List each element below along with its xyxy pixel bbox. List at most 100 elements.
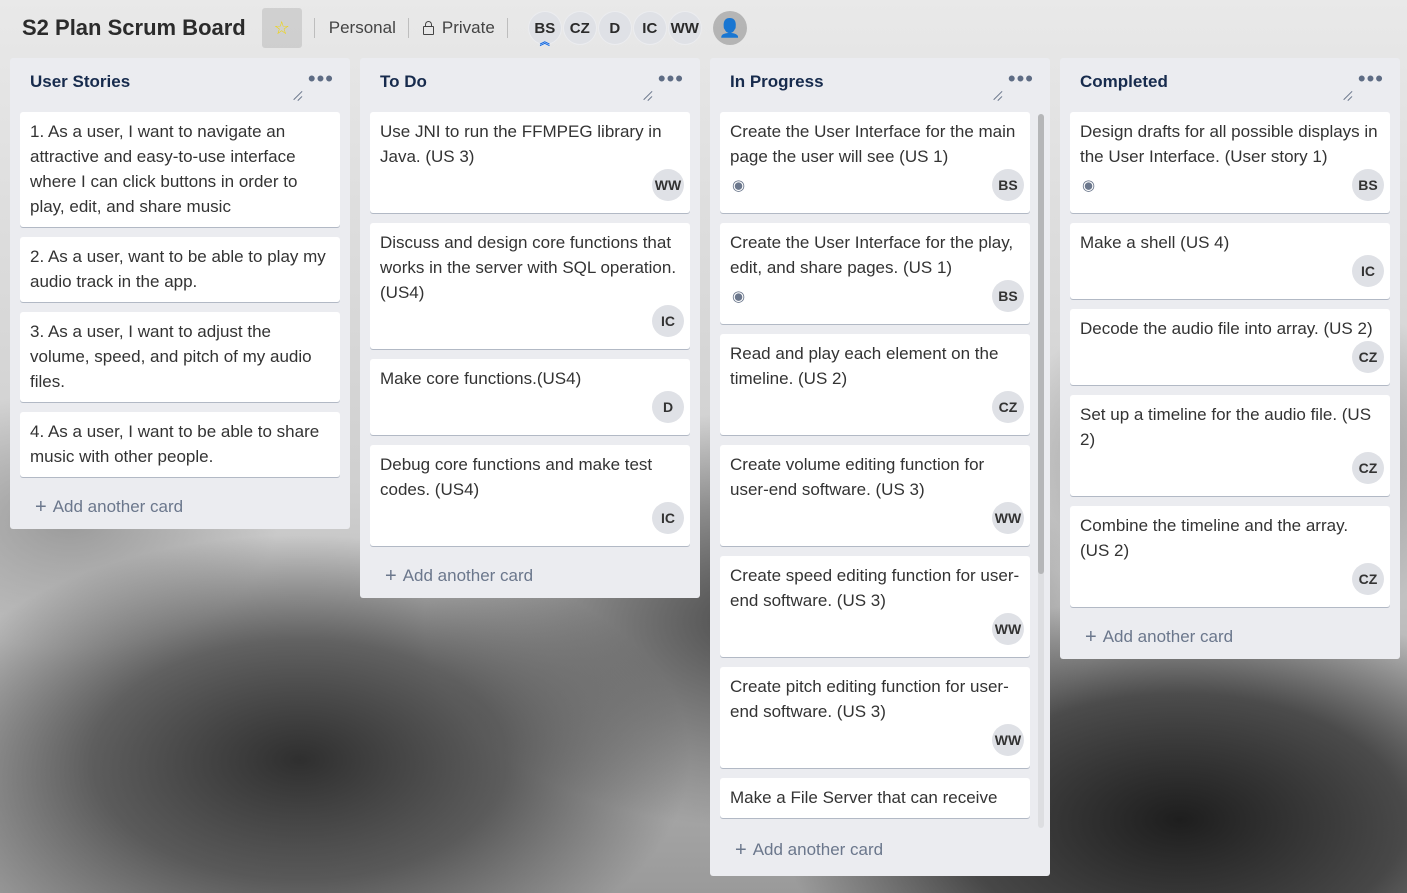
card[interactable]: Read and play each element on the timeli…: [720, 334, 1030, 435]
card[interactable]: Create the User Interface for the play, …: [720, 223, 1030, 324]
card[interactable]: Use JNI to run the FFMPEG library in Jav…: [370, 112, 690, 213]
card[interactable]: Design drafts for all possible displays …: [1070, 112, 1390, 213]
plus-icon: +: [385, 565, 397, 587]
header-divider: [506, 18, 508, 38]
card-member-avatar[interactable]: BS: [992, 169, 1024, 201]
card[interactable]: Make a shell (US 4) IC: [1070, 223, 1390, 299]
card-text: 3. As a user, I want to adjust the volum…: [30, 322, 312, 391]
card-member-avatar[interactable]: CZ: [992, 391, 1024, 423]
card-member-avatar[interactable]: WW: [992, 613, 1024, 645]
card[interactable]: Create speed editing function for user-e…: [720, 556, 1030, 657]
add-card-button[interactable]: + Add another card: [1060, 617, 1400, 659]
card-text: Combine the timeline and the array. (US …: [1080, 516, 1349, 560]
card[interactable]: Discuss and design core functions that w…: [370, 223, 690, 349]
card[interactable]: Create pitch editing function for user-e…: [720, 667, 1030, 768]
card-member-avatar[interactable]: IC: [1352, 255, 1384, 287]
card[interactable]: Create volume editing function for user-…: [720, 445, 1030, 546]
card-text: Decode the audio file into array. (US 2): [1080, 319, 1373, 338]
visibility-button[interactable]: Private: [422, 18, 495, 38]
member-avatar-d[interactable]: D: [597, 11, 632, 45]
list-menu-icon[interactable]: •••: [1008, 66, 1034, 92]
board-header: S2 Plan Scrum Board ☆ Personal Private B…: [0, 0, 1407, 56]
card[interactable]: Set up a timeline for the audio file. (U…: [1070, 395, 1390, 496]
lock-icon: [422, 20, 434, 35]
card-member-avatar[interactable]: CZ: [1352, 341, 1384, 373]
list-title[interactable]: To Do: [380, 72, 427, 92]
list-to-do: To Do ••• Use JNI to run the FFMPEG libr…: [360, 58, 700, 598]
card-list: 1. As a user, I want to navigate an attr…: [10, 106, 350, 477]
list-title[interactable]: User Stories: [30, 72, 130, 92]
member-avatar-ww[interactable]: WW: [667, 11, 702, 45]
card[interactable]: Create the User Interface for the main p…: [720, 112, 1030, 213]
list-title[interactable]: Completed: [1080, 72, 1168, 92]
watch-eye-icon: ◉: [732, 288, 746, 305]
card[interactable]: 2. As a user, want to be able to play my…: [20, 237, 340, 302]
list-menu-icon[interactable]: •••: [1358, 66, 1384, 92]
resize-icon: [1342, 90, 1352, 100]
list-title[interactable]: In Progress: [730, 72, 824, 92]
card-member-avatar[interactable]: CZ: [1352, 563, 1384, 595]
member-avatar-ic[interactable]: IC: [632, 11, 667, 45]
card-text: Create the User Interface for the play, …: [730, 233, 1014, 277]
card-text: Make a File Server that can receive: [730, 788, 998, 807]
card-member-avatar[interactable]: IC: [652, 502, 684, 534]
add-user-icon: 👤: [718, 17, 741, 38]
card-member-avatar[interactable]: BS: [992, 280, 1024, 312]
list-in-progress: In Progress ••• Create the User Interfac…: [710, 58, 1050, 876]
list-scrollbar-thumb[interactable]: [1038, 114, 1044, 574]
star-button[interactable]: ☆: [261, 8, 302, 48]
watch-eye-icon: ◉: [1082, 177, 1096, 194]
add-card-button[interactable]: + Add another card: [10, 487, 350, 529]
add-card-button[interactable]: + Add another card: [710, 830, 1050, 872]
resize-icon: [642, 90, 652, 100]
board-title[interactable]: S2 Plan Scrum Board: [22, 15, 246, 41]
card-member-avatar[interactable]: BS: [1352, 169, 1384, 201]
card[interactable]: Make a File Server that can receive: [720, 778, 1030, 818]
card-text: Discuss and design core functions that w…: [380, 233, 677, 302]
list-menu-icon[interactable]: •••: [658, 66, 684, 92]
card[interactable]: 3. As a user, I want to adjust the volum…: [20, 312, 340, 402]
watch-eye-icon: ◉: [732, 177, 746, 194]
add-card-button[interactable]: + Add another card: [360, 556, 700, 598]
list-header: In Progress •••: [710, 58, 1050, 106]
card-text: 2. As a user, want to be able to play my…: [30, 247, 326, 291]
visibility-label: Private: [441, 18, 495, 37]
card[interactable]: Combine the timeline and the array. (US …: [1070, 506, 1390, 607]
plus-icon: +: [735, 839, 747, 861]
member-avatar-cz[interactable]: CZ: [562, 11, 597, 45]
card-text: Create pitch editing function for user-e…: [730, 677, 1009, 721]
member-avatar-bs[interactable]: BS ︽: [527, 11, 562, 48]
card[interactable]: Debug core functions and make test codes…: [370, 445, 690, 546]
list-header: Completed •••: [1060, 58, 1400, 106]
card-text: Create speed editing function for user-e…: [730, 566, 1020, 610]
card-list: Design drafts for all possible displays …: [1060, 106, 1400, 607]
resize-icon: [292, 90, 302, 100]
card-member-avatar[interactable]: WW: [992, 724, 1024, 756]
card-member-avatar[interactable]: IC: [652, 305, 684, 337]
card[interactable]: 1. As a user, I want to navigate an attr…: [20, 112, 340, 227]
admin-chevron-icon: ︽: [539, 37, 550, 48]
card-member-avatar[interactable]: D: [652, 391, 684, 423]
card[interactable]: Decode the audio file into array. (US 2)…: [1070, 309, 1390, 385]
card[interactable]: 4. As a user, I want to be able to share…: [20, 412, 340, 477]
card-text: Debug core functions and make test codes…: [380, 455, 653, 499]
list-header: User Stories •••: [10, 58, 350, 106]
list-user-stories: User Stories ••• 1. As a user, I want to…: [10, 58, 350, 529]
resize-icon: [992, 90, 1002, 100]
card-text: Design drafts for all possible displays …: [1080, 122, 1378, 166]
list-menu-icon[interactable]: •••: [308, 66, 334, 92]
card-member-avatar[interactable]: CZ: [1352, 452, 1384, 484]
invite-member-button[interactable]: 👤: [712, 11, 747, 45]
card-member-avatar[interactable]: WW: [992, 502, 1024, 534]
card-text: Create the User Interface for the main p…: [730, 122, 1016, 166]
card-text: Read and play each element on the timeli…: [730, 344, 999, 388]
list-header: To Do •••: [360, 58, 700, 106]
header-divider: [313, 18, 315, 38]
card-member-avatar[interactable]: WW: [652, 169, 684, 201]
card-text: 4. As a user, I want to be able to share…: [30, 422, 320, 466]
card-text: 1. As a user, I want to navigate an attr…: [30, 122, 298, 216]
team-button[interactable]: Personal: [329, 18, 396, 38]
card[interactable]: Make core functions.(US4) D: [370, 359, 690, 435]
card-text: Create volume editing function for user-…: [730, 455, 985, 499]
card-text: Set up a timeline for the audio file. (U…: [1080, 405, 1372, 449]
